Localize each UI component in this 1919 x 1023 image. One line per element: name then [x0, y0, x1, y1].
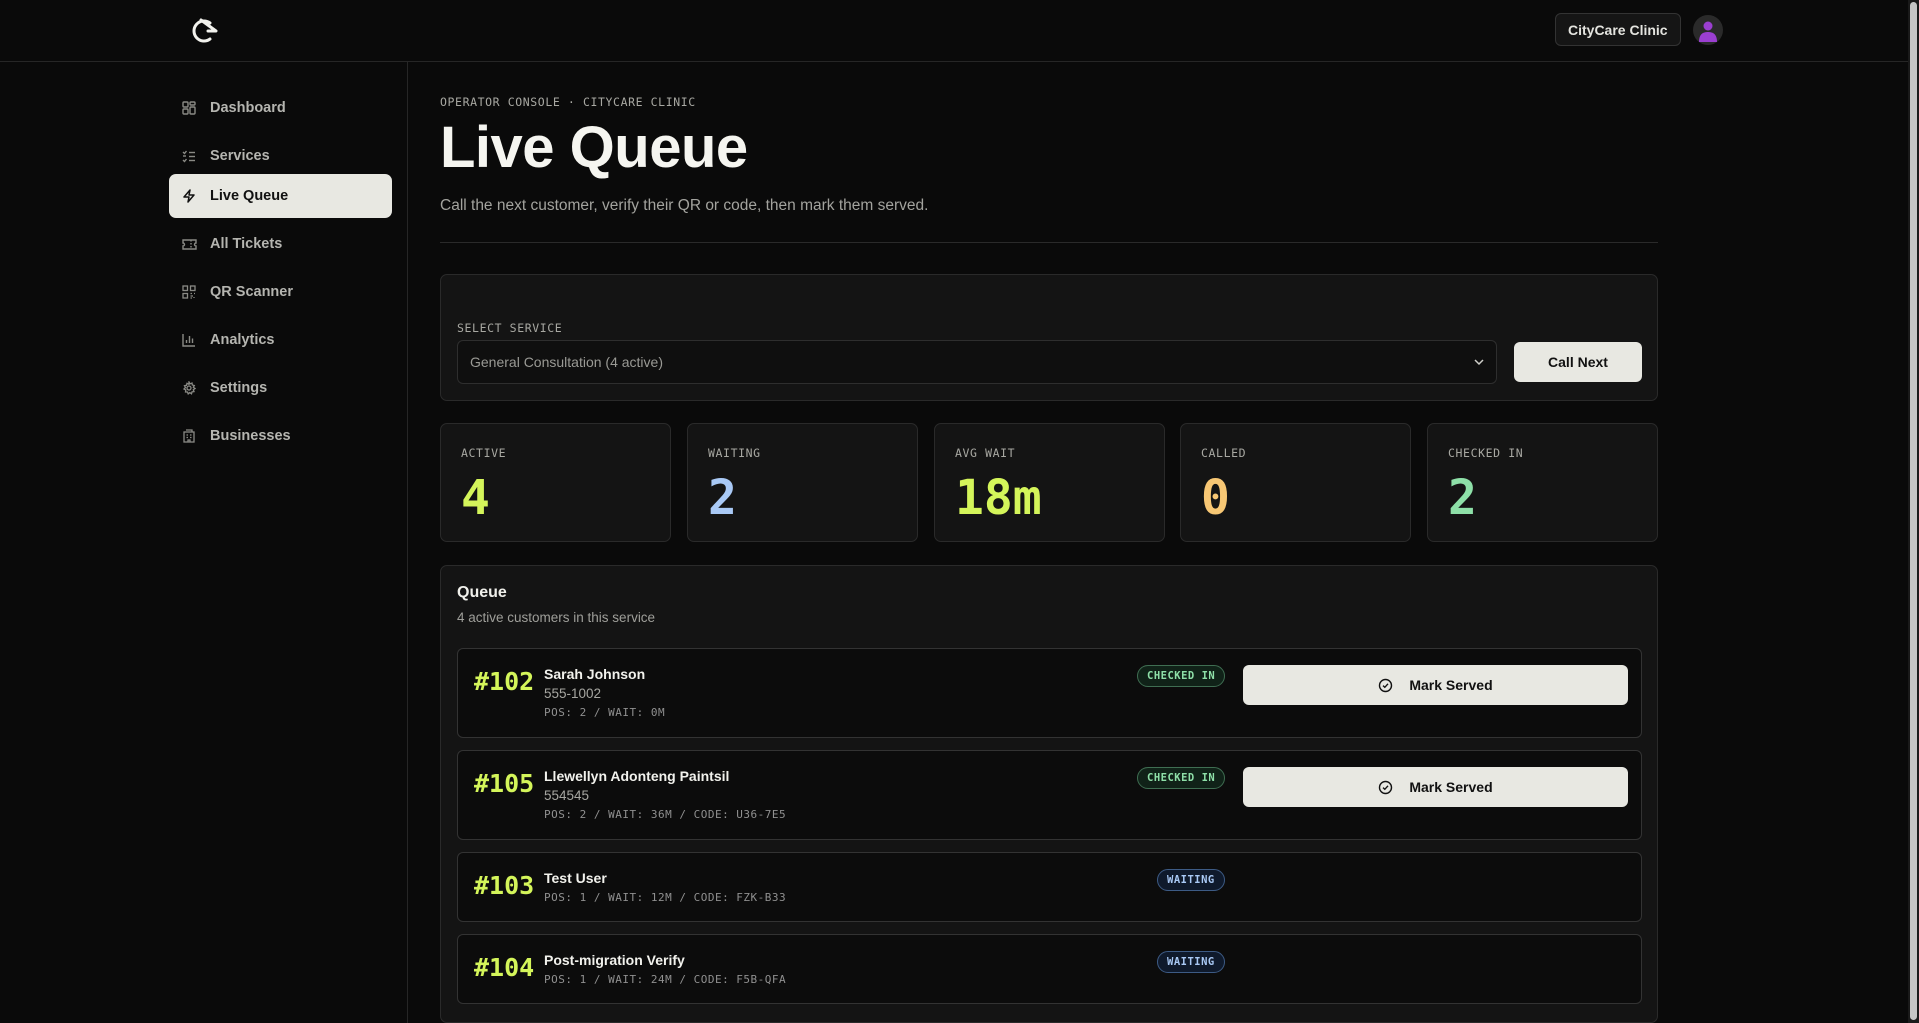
- ticket-number: #103: [474, 871, 535, 900]
- mark-served-button[interactable]: Mark Served: [1243, 767, 1628, 807]
- list-check-icon: [181, 148, 197, 164]
- status-badge: WAITING: [1157, 951, 1225, 973]
- avatar[interactable]: [1693, 15, 1723, 45]
- queue-panel: Queue 4 active customers in this service…: [440, 565, 1658, 1023]
- stat-label: ACTIVE: [461, 446, 507, 460]
- stat-value: 4: [461, 470, 490, 526]
- service-selector-panel: SELECT SERVICE General Consultation (4 a…: [440, 274, 1658, 401]
- top-bar: CityCare Clinic: [0, 0, 1908, 62]
- call-next-button[interactable]: Call Next: [1514, 342, 1642, 382]
- queue-subtitle: 4 active customers in this service: [457, 610, 656, 625]
- status-badge: WAITING: [1157, 869, 1225, 891]
- sidebar-item-label: Businesses: [210, 428, 291, 444]
- sidebar-item-settings[interactable]: Settings: [169, 366, 392, 410]
- sidebar-item-live-queue[interactable]: Live Queue: [169, 174, 392, 218]
- ticket-meta: POS: 2 / WAIT: 36M / CODE: U36-7E5: [544, 808, 787, 821]
- sidebar-item-label: Analytics: [210, 332, 275, 348]
- sidebar-item-analytics[interactable]: Analytics: [169, 318, 392, 362]
- stat-value: 2: [708, 470, 737, 526]
- check-circle-icon: [1378, 678, 1393, 693]
- mark-served-label: Mark Served: [1409, 779, 1493, 795]
- stat-label: WAITING: [708, 446, 761, 460]
- qr-code-icon: [181, 284, 197, 300]
- status-badge: CHECKED IN: [1137, 665, 1226, 687]
- ticket-row[interactable]: #103 Test User POS: 1 / WAIT: 12M / CODE…: [457, 852, 1642, 922]
- clinic-switcher-button[interactable]: CityCare Clinic: [1555, 13, 1681, 46]
- sidebar-item-all-tickets[interactable]: All Tickets: [169, 222, 392, 266]
- stat-card-checked-in: CHECKED IN 2: [1427, 423, 1658, 542]
- sidebar-item-services[interactable]: Services: [169, 134, 392, 178]
- logo-icon[interactable]: [188, 14, 222, 48]
- breadcrumb: OPERATOR CONSOLE · CITYCARE CLINIC: [440, 95, 696, 109]
- service-select[interactable]: General Consultation (4 active): [457, 340, 1497, 384]
- bar-chart-icon: [181, 332, 197, 348]
- customer-phone: 555-1002: [544, 686, 602, 701]
- dashboard-icon: [181, 100, 197, 116]
- stat-label: CHECKED IN: [1448, 446, 1524, 460]
- chevron-down-icon: [1474, 359, 1484, 366]
- ticket-number: #102: [474, 667, 535, 696]
- stat-card-waiting: WAITING 2: [687, 423, 918, 542]
- ticket-row[interactable]: #102 Sarah Johnson 555-1002 POS: 2 / WAI…: [457, 648, 1642, 738]
- lightning-icon: [181, 188, 197, 204]
- page-scrollbar[interactable]: [1908, 0, 1919, 1023]
- sidebar-item-label: All Tickets: [210, 236, 283, 252]
- ticket-number: #104: [474, 953, 535, 982]
- customer-name: Sarah Johnson: [544, 666, 646, 682]
- sidebar-item-label: Dashboard: [210, 100, 286, 116]
- ticket-icon: [181, 236, 197, 252]
- status-badge: CHECKED IN: [1137, 767, 1226, 789]
- sidebar-item-businesses[interactable]: Businesses: [169, 414, 392, 458]
- stat-card-active: ACTIVE 4: [440, 423, 671, 542]
- stat-value: 2: [1448, 470, 1477, 526]
- ticket-number: #105: [474, 769, 535, 798]
- service-select-value: General Consultation (4 active): [470, 354, 663, 370]
- ticket-meta: POS: 1 / WAIT: 24M / CODE: F5B-QFA: [544, 973, 787, 986]
- sidebar-item-qr-scanner[interactable]: QR Scanner: [169, 270, 392, 314]
- stat-label: CALLED: [1201, 446, 1247, 460]
- divider: [440, 242, 1658, 243]
- sidebar-item-label: Services: [210, 148, 270, 164]
- queue-title: Queue: [457, 584, 507, 601]
- page-subtitle: Call the next customer, verify their QR …: [440, 197, 929, 214]
- customer-name: Test User: [544, 870, 607, 886]
- sidebar: Dashboard Services Live Queue All Ticket…: [0, 62, 408, 1023]
- sidebar-item-label: QR Scanner: [210, 284, 293, 300]
- stat-card-called: CALLED 0: [1180, 423, 1411, 542]
- gear-icon: [181, 380, 197, 396]
- sidebar-item-label: Settings: [210, 380, 268, 396]
- service-select-label: SELECT SERVICE: [457, 321, 563, 335]
- customer-phone: 554545: [544, 788, 590, 803]
- ticket-row[interactable]: #104 Post-migration Verify POS: 1 / WAIT…: [457, 934, 1642, 1004]
- ticket-meta: POS: 1 / WAIT: 12M / CODE: FZK-B33: [544, 891, 787, 904]
- stat-label: AVG WAIT: [955, 446, 1016, 460]
- mark-served-button[interactable]: Mark Served: [1243, 665, 1628, 705]
- sidebar-item-dashboard[interactable]: Dashboard: [169, 86, 392, 130]
- ticket-row[interactable]: #105 Llewellyn Adonteng Paintsil 554545 …: [457, 750, 1642, 840]
- customer-name: Llewellyn Adonteng Paintsil: [544, 768, 730, 784]
- page-title: Live Queue: [440, 115, 748, 180]
- check-circle-icon: [1378, 780, 1393, 795]
- stat-value: 0: [1201, 470, 1230, 526]
- mark-served-label: Mark Served: [1409, 677, 1493, 693]
- scrollbar-thumb[interactable]: [1910, 2, 1917, 1020]
- ticket-meta: POS: 2 / WAIT: 0M: [544, 706, 666, 719]
- customer-name: Post-migration Verify: [544, 952, 685, 968]
- building-icon: [181, 428, 197, 444]
- stat-value: 18m: [955, 470, 1042, 526]
- sidebar-item-label: Live Queue: [210, 188, 289, 204]
- stat-card-avg-wait: AVG WAIT 18m: [934, 423, 1165, 542]
- user-avatar-icon: [1699, 21, 1717, 42]
